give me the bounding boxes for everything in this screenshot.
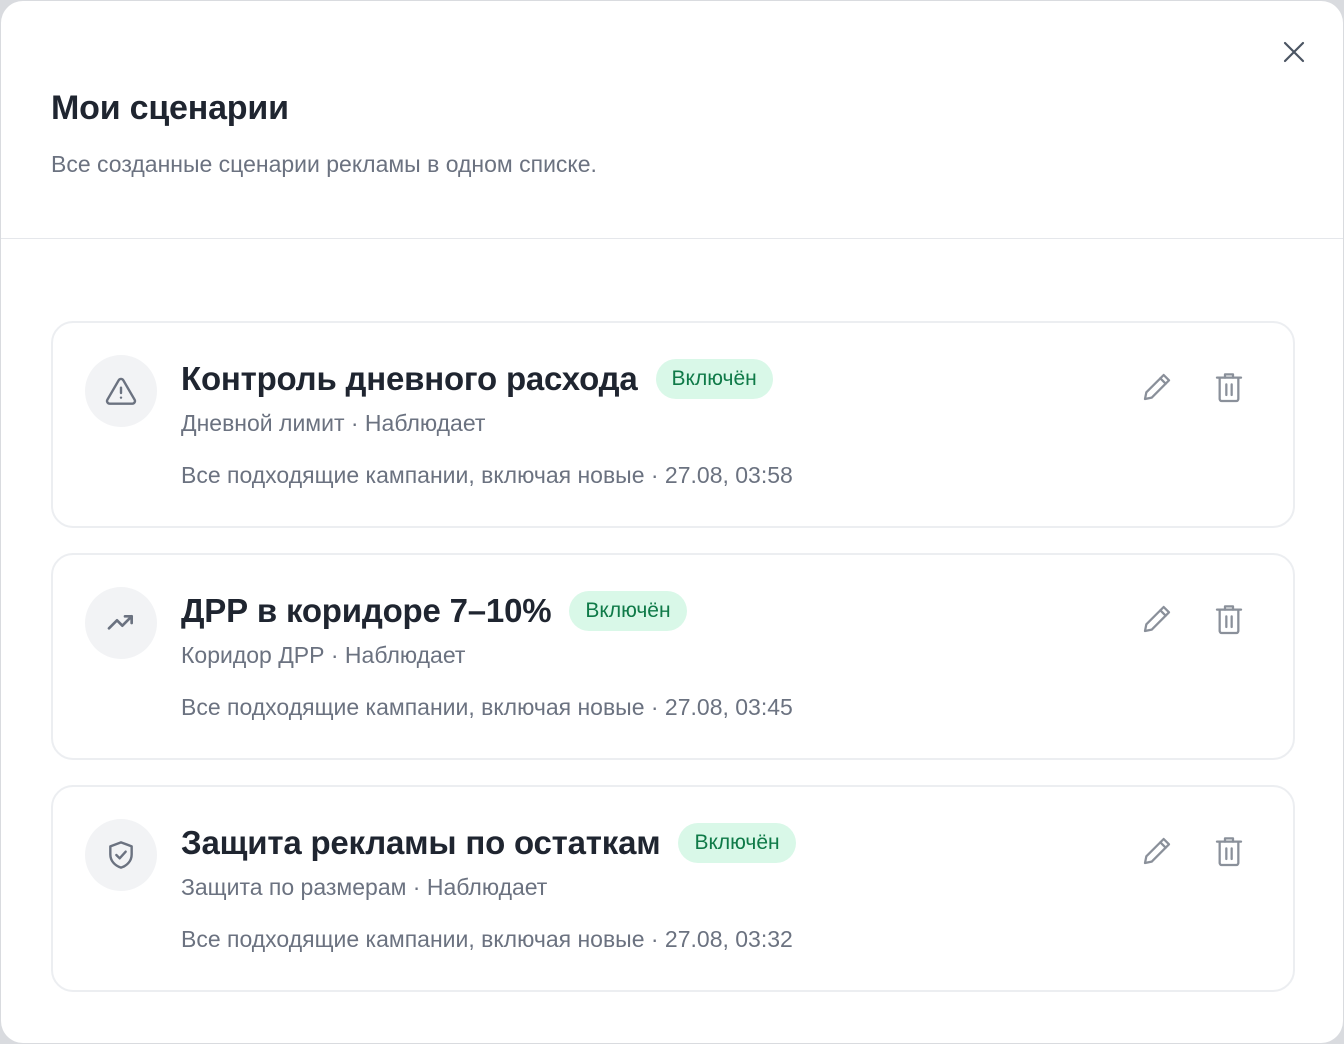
- scenario-title: Контроль дневного расхода: [181, 360, 638, 397]
- status-badge: Включён: [569, 591, 687, 631]
- scenario-title-row: Контроль дневного расхода Включён: [181, 359, 773, 399]
- pencil-icon: [1143, 373, 1171, 401]
- page-title: Мои сценарии: [51, 89, 289, 127]
- trending-up-icon: [107, 615, 133, 630]
- delete-button[interactable]: [1209, 831, 1249, 871]
- warning-triangle-icon: [105, 377, 137, 405]
- scenario-icon-badge: [85, 355, 157, 427]
- scenario-scope: Все подходящие кампании, включая новые ·…: [181, 462, 793, 488]
- edit-button[interactable]: [1137, 831, 1177, 871]
- trash-icon: [1215, 605, 1243, 635]
- scenario-card: ДРР в коридоре 7–10% Включён Коридор ДРР…: [51, 553, 1295, 760]
- pencil-icon: [1143, 605, 1171, 633]
- scenario-card: Контроль дневного расхода Включён Дневно…: [51, 321, 1295, 528]
- delete-button[interactable]: [1209, 367, 1249, 407]
- scenario-icon-badge: [85, 587, 157, 659]
- edit-button[interactable]: [1137, 367, 1177, 407]
- scenario-card: Защита рекламы по остаткам Включён Защит…: [51, 785, 1295, 992]
- scenario-title: ДРР в коридоре 7–10%: [181, 592, 552, 629]
- scenario-meta: Дневной лимит · Наблюдает: [181, 410, 486, 436]
- delete-button[interactable]: [1209, 599, 1249, 639]
- close-button[interactable]: [1277, 35, 1311, 69]
- scenario-title-row: Защита рекламы по остаткам Включён: [181, 823, 796, 863]
- scenario-list: Контроль дневного расхода Включён Дневно…: [51, 321, 1295, 1017]
- modal-header: Мои сценарии Все созданные сценарии рекл…: [1, 1, 1343, 239]
- status-badge: Включён: [678, 823, 796, 863]
- pencil-icon: [1143, 837, 1171, 865]
- edit-button[interactable]: [1137, 599, 1177, 639]
- scenario-scope: Все подходящие кампании, включая новые ·…: [181, 926, 793, 952]
- scenario-icon-badge: [85, 819, 157, 891]
- trash-icon: [1215, 837, 1243, 867]
- scenario-meta: Защита по размерам · Наблюдает: [181, 874, 548, 900]
- scenario-title: Защита рекламы по остаткам: [181, 824, 661, 861]
- scenario-title-row: ДРР в коридоре 7–10% Включён: [181, 591, 687, 631]
- close-icon: [1283, 41, 1305, 63]
- scenario-scope: Все подходящие кампании, включая новые ·…: [181, 694, 793, 720]
- scenarios-modal: Мои сценарии Все созданные сценарии рекл…: [1, 1, 1343, 1043]
- trash-icon: [1215, 373, 1243, 403]
- page-subtitle: Все созданные сценарии рекламы в одном с…: [51, 151, 597, 177]
- scenario-meta: Коридор ДРР · Наблюдает: [181, 642, 466, 668]
- shield-check-icon: [109, 841, 133, 869]
- status-badge: Включён: [655, 359, 773, 399]
